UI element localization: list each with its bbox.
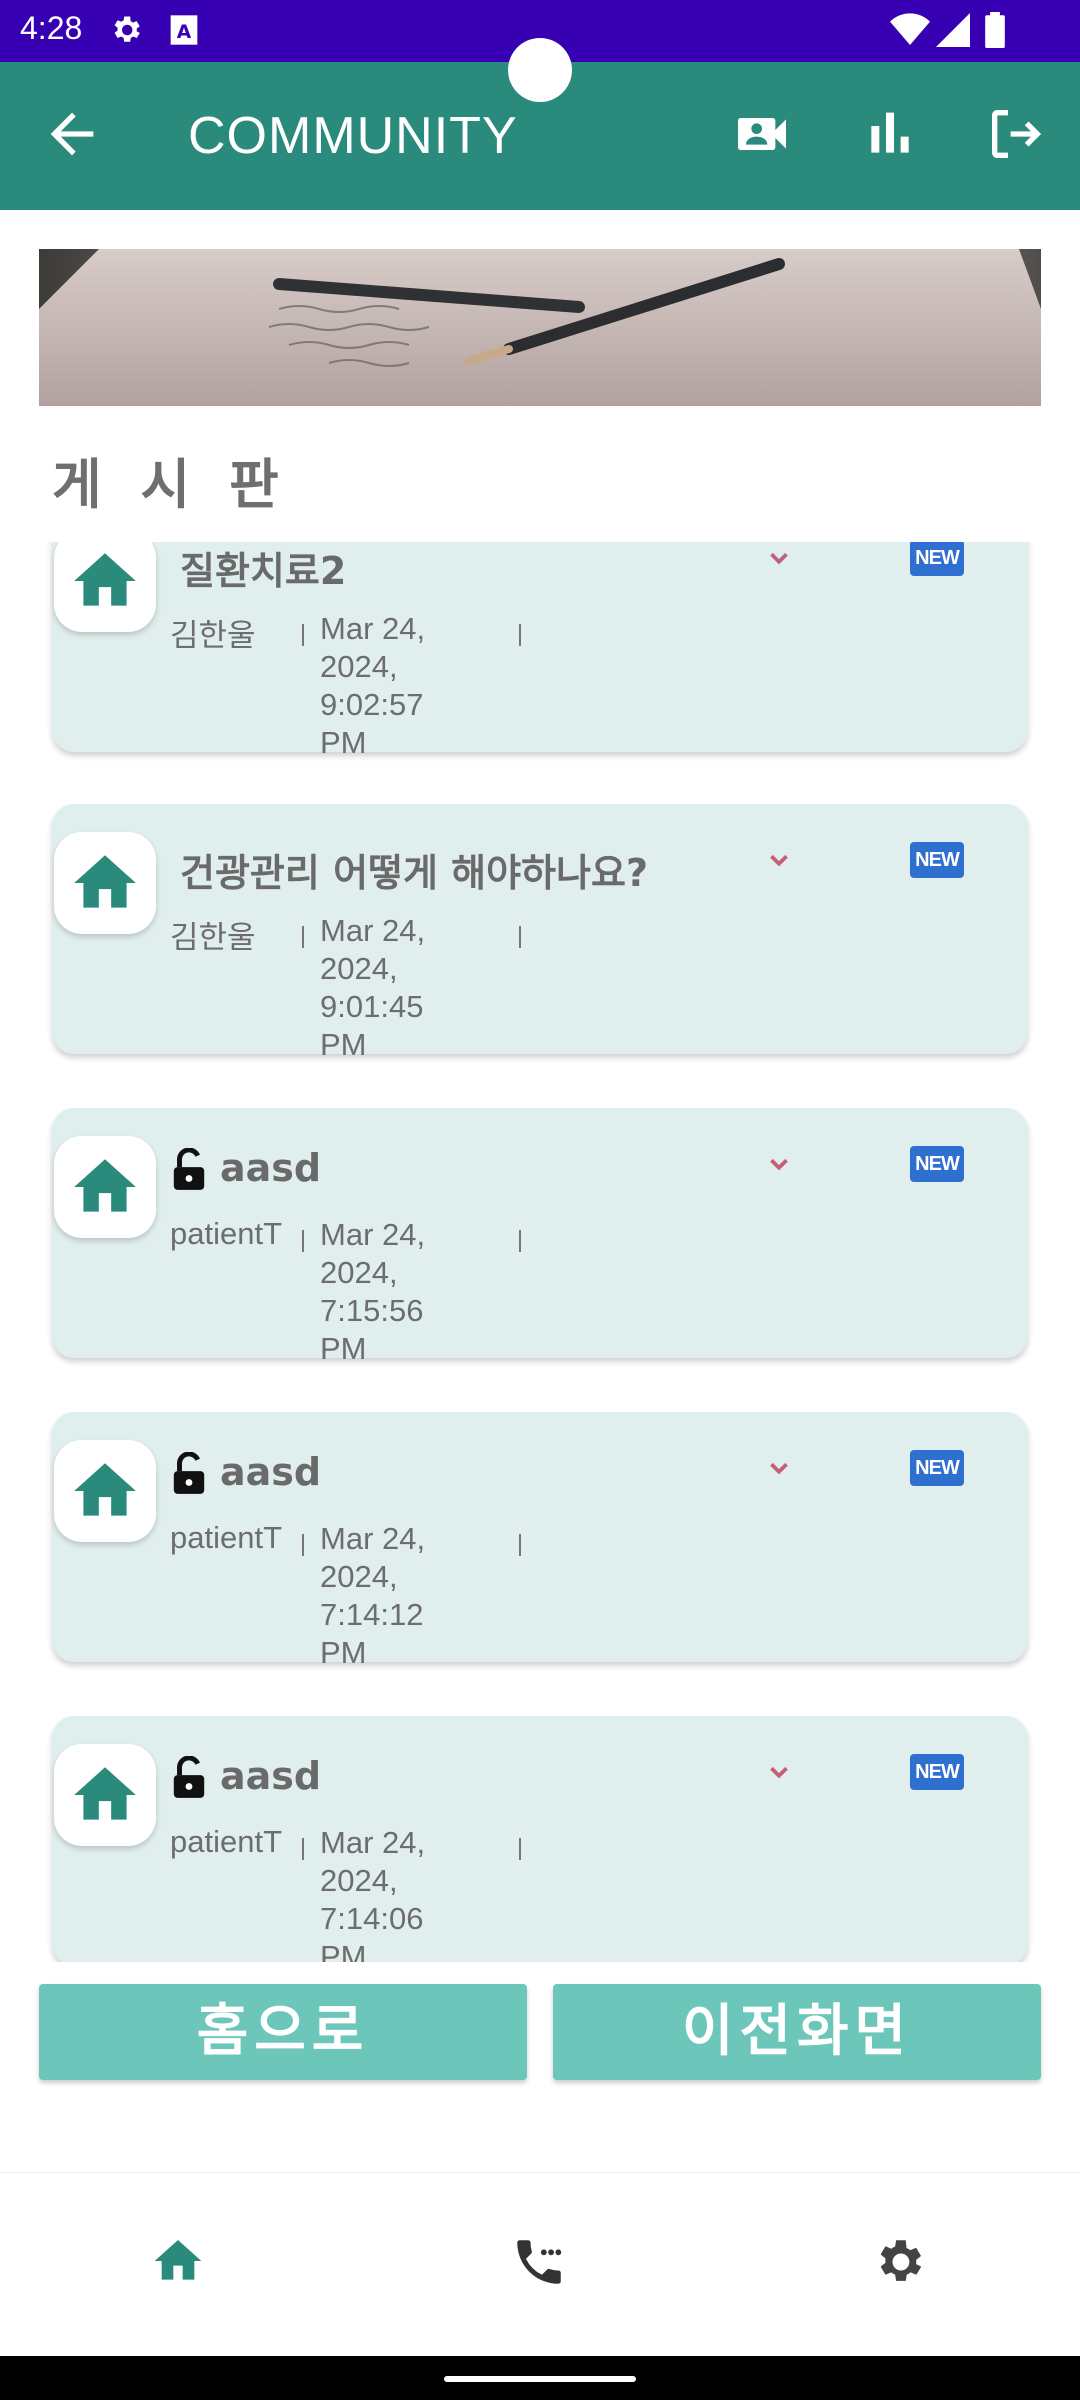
post-card[interactable]: 건광관리 어떻게 해야하나요? 김한울 Mar 24, 2024, 9:01:4… (52, 804, 1028, 1062)
divider (302, 1230, 304, 1252)
cell-signal-icon (936, 12, 970, 52)
bar-chart-icon[interactable] (858, 102, 922, 166)
post-author: patientT (170, 1824, 283, 1859)
new-badge: NEW (910, 1450, 964, 1486)
chevron-down-icon[interactable] (764, 1458, 794, 1482)
home-button[interactable]: 홈으로 (39, 1984, 527, 2080)
phone-icon[interactable] (510, 2233, 568, 2295)
post-date: Mar 24, 2024, 9:01:45 PM (320, 913, 426, 1062)
chevron-down-icon[interactable] (764, 548, 794, 572)
battery-icon (984, 12, 1006, 52)
post-title: aasd (220, 1146, 322, 1190)
post-card[interactable]: aasd patientT Mar 24, 2024, 7:15:56 PM N… (52, 1108, 1028, 1366)
divider (302, 1838, 304, 1860)
divider (519, 1534, 521, 1556)
home-icon (74, 1767, 136, 1820)
board-banner-image (39, 249, 1041, 406)
arrow-back-icon[interactable] (40, 102, 104, 166)
home-icon (74, 1463, 136, 1516)
post-date: Mar 24, 2024, 7:15:56 PM (320, 1217, 426, 1366)
post-date: Mar 24, 2024, 9:02:57 PM (320, 611, 426, 760)
divider (302, 624, 304, 646)
divider (519, 1838, 521, 1860)
home-icon (74, 855, 136, 908)
post-title: 질환치료2 (180, 549, 347, 593)
post-title: aasd (220, 1450, 322, 1494)
board-title: 게 시 판 (52, 453, 289, 516)
post-title: 건광관리 어떻게 해야하나요? (180, 851, 649, 895)
home-icon (74, 1159, 136, 1212)
new-badge: NEW (910, 842, 964, 878)
new-badge: NEW (910, 542, 964, 576)
post-avatar (54, 1136, 156, 1238)
chevron-down-icon[interactable] (764, 1154, 794, 1178)
status-time: 4:28 (20, 10, 83, 46)
post-card[interactable]: aasd patientT Mar 24, 2024, 7:14:12 PM N… (52, 1412, 1028, 1670)
unlocked-lock-icon (170, 1147, 208, 1194)
post-title: aasd (220, 1754, 322, 1798)
system-navigation-bar (0, 2356, 1080, 2400)
post-avatar (54, 542, 156, 632)
home-icon (74, 553, 136, 606)
previous-screen-button[interactable]: 이전화면 (553, 1984, 1041, 2080)
post-author: patientT (170, 1216, 283, 1251)
settings-status-icon (108, 12, 144, 52)
divider (519, 624, 521, 646)
new-badge: NEW (910, 1754, 964, 1790)
divider (302, 1534, 304, 1556)
divider (302, 926, 304, 948)
post-author: patientT (170, 1520, 283, 1555)
post-author: 김한울 (170, 618, 256, 653)
wifi-icon (890, 12, 930, 52)
unlocked-lock-icon (170, 1755, 208, 1802)
post-card[interactable]: 질환치료2 김한울 Mar 24, 2024, 9:02:57 PM NEW (52, 542, 1028, 760)
home-icon[interactable] (150, 2233, 206, 2293)
post-list[interactable]: 질환치료2 김한울 Mar 24, 2024, 9:02:57 PM NEW 건… (0, 542, 1080, 1962)
post-author: 김한울 (170, 920, 256, 955)
svg-text:A: A (177, 22, 192, 43)
post-date: Mar 24, 2024, 7:14:06 PM (320, 1825, 426, 1962)
divider (519, 1230, 521, 1252)
post-avatar (54, 1440, 156, 1542)
post-date: Mar 24, 2024, 7:14:12 PM (320, 1521, 426, 1670)
page-title: COMMUNITY (188, 107, 518, 165)
text-status-icon: A (168, 12, 200, 52)
chevron-down-icon[interactable] (764, 850, 794, 874)
divider (519, 926, 521, 948)
unlocked-lock-icon (170, 1451, 208, 1498)
settings-icon[interactable] (870, 2233, 928, 2295)
logout-icon[interactable] (984, 102, 1048, 166)
home-gesture-handle[interactable] (444, 2376, 636, 2382)
camera-cutout (508, 38, 572, 102)
post-card[interactable]: aasd patientT Mar 24, 2024, 7:14:06 PM N… (52, 1716, 1028, 1962)
post-avatar (54, 832, 156, 934)
new-badge: NEW (910, 1146, 964, 1182)
chevron-down-icon[interactable] (764, 1762, 794, 1786)
bottom-navigation (0, 2172, 1080, 2357)
video-call-icon[interactable] (730, 102, 794, 166)
post-avatar (54, 1744, 156, 1846)
